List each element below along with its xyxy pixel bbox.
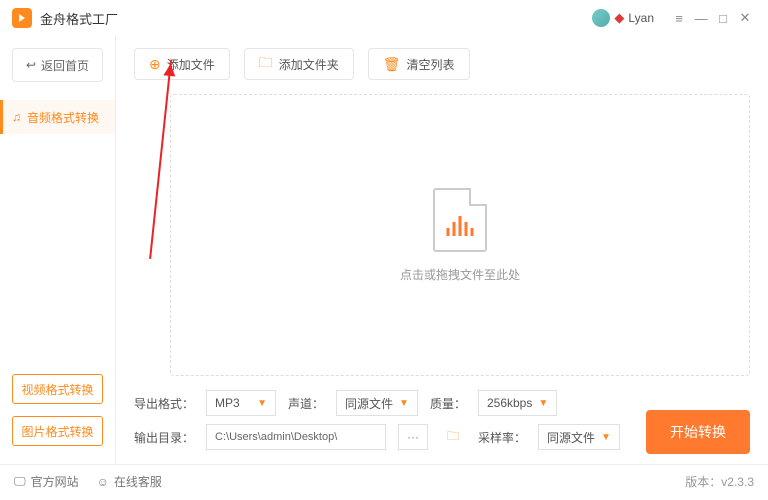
minimize-button[interactable]: ―: [690, 7, 712, 29]
user-avatar-icon[interactable]: [592, 9, 610, 27]
nav-audio-label: 音频格式转换: [27, 109, 99, 126]
start-label: 开始转换: [670, 422, 726, 442]
back-arrow-icon: ↩: [26, 58, 36, 72]
add-file-button[interactable]: ⊕ 添加文件: [134, 48, 230, 80]
online-support-link[interactable]: ☺ 在线客服: [97, 473, 162, 490]
channel-label: 声道：: [288, 395, 324, 412]
main-panel: ⊕ 添加文件 🗀 添加文件夹 🗑 清空列表 点击或拖拽文件至此处 导出格式：: [116, 36, 768, 464]
version-label: 版本：v2.3.3: [685, 473, 754, 490]
sidebar: ↩ 返回首页 ♫ 音频格式转换 视频格式转换 图片格式转换: [0, 36, 116, 464]
footer: 🖵 官方网站 ☺ 在线客服 版本：v2.3.3: [0, 464, 768, 498]
app-logo-icon: [12, 8, 32, 28]
mode-image-label: 图片格式转换: [21, 423, 93, 440]
mode-video-button[interactable]: 视频格式转换: [12, 374, 103, 404]
back-home-button[interactable]: ↩ 返回首页: [12, 48, 103, 82]
open-folder-button[interactable]: 🗀: [440, 424, 466, 450]
export-format-label: 导出格式：: [134, 395, 194, 412]
toolbar: ⊕ 添加文件 🗀 添加文件夹 🗑 清空列表: [134, 48, 750, 80]
maximize-button[interactable]: □: [712, 7, 734, 29]
chevron-down-icon: ▼: [257, 398, 267, 409]
channel-select[interactable]: 同源文件 ▼: [336, 390, 418, 416]
trash-icon: 🗑: [383, 56, 401, 73]
chevron-down-icon: ▼: [601, 432, 611, 443]
vip-gem-icon: ◆: [614, 10, 624, 26]
mode-video-label: 视频格式转换: [21, 381, 93, 398]
export-format-select[interactable]: MP3 ▼: [206, 390, 276, 416]
add-folder-button[interactable]: 🗀 添加文件夹: [244, 48, 354, 80]
start-convert-button[interactable]: 开始转换: [646, 410, 750, 454]
menu-button[interactable]: ≡: [668, 7, 690, 29]
app-title: 金舟格式工厂: [40, 9, 592, 28]
sample-rate-label: 采样率：: [478, 429, 526, 446]
output-dir-label: 输出目录：: [134, 429, 194, 446]
headset-icon: ☺: [97, 475, 109, 489]
dropzone-hint: 点击或拖拽文件至此处: [400, 266, 520, 283]
mode-image-button[interactable]: 图片格式转换: [12, 416, 103, 446]
music-note-icon: ♫: [12, 110, 21, 124]
back-label: 返回首页: [41, 57, 89, 74]
sample-rate-select[interactable]: 同源文件 ▼: [538, 424, 620, 450]
monitor-icon: 🖵: [14, 474, 26, 489]
chevron-down-icon: ▼: [399, 398, 409, 409]
close-button[interactable]: ✕: [734, 7, 756, 29]
file-dropzone[interactable]: 点击或拖拽文件至此处: [170, 94, 750, 376]
titlebar: 金舟格式工厂 ◆ Lyan ≡ ― □ ✕: [0, 0, 768, 36]
nav-audio-convert[interactable]: ♫ 音频格式转换: [0, 100, 115, 134]
browse-dir-button[interactable]: ···: [398, 424, 428, 450]
quality-label: 质量：: [430, 395, 466, 412]
audio-file-icon: [433, 188, 487, 252]
quality-select[interactable]: 256kbps ▼: [478, 390, 557, 416]
chevron-down-icon: ▼: [538, 398, 548, 409]
official-website-link[interactable]: 🖵 官方网站: [14, 473, 79, 490]
add-folder-label: 添加文件夹: [279, 56, 339, 73]
clear-list-button[interactable]: 🗑 清空列表: [368, 48, 470, 80]
add-file-label: 添加文件: [167, 56, 215, 73]
folder-icon: 🗀: [259, 52, 273, 76]
plus-circle-icon: ⊕: [149, 56, 161, 73]
output-dir-path: C:\Users\admin\Desktop\: [206, 424, 386, 450]
username: Lyan: [628, 11, 654, 25]
clear-list-label: 清空列表: [407, 56, 455, 73]
